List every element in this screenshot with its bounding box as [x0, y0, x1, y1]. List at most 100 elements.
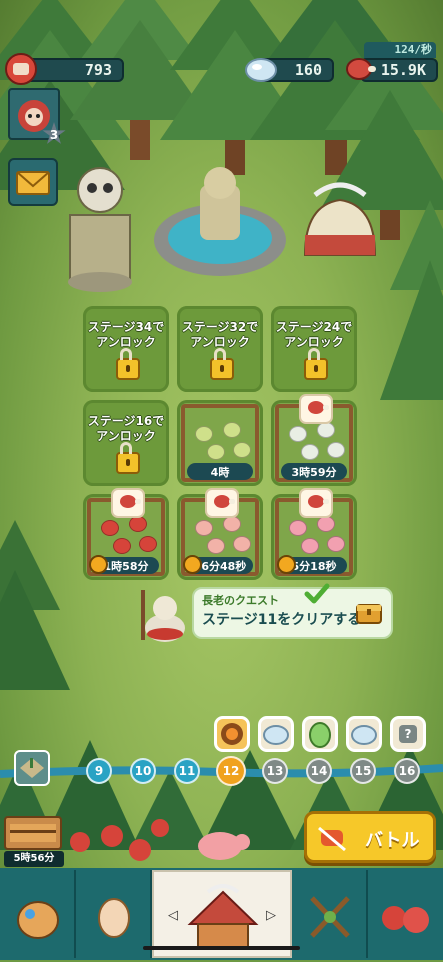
pen-timer-text: 5分18秒	[291, 559, 337, 573]
gem-icon	[245, 58, 277, 82]
crate-icon	[10, 824, 56, 842]
livestock-pen[interactable]: 4時	[177, 400, 263, 486]
yurt	[303, 182, 377, 256]
envelope-icon	[16, 171, 50, 195]
padlock-icon	[116, 348, 140, 380]
locked-pen[interactable]: ステージ34で アンロック	[83, 306, 169, 392]
stage-node[interactable]: 9	[86, 758, 112, 784]
livestock-creature	[327, 442, 345, 458]
nav-tab-eggs[interactable]	[76, 870, 152, 958]
stage-node[interactable]: 10	[130, 758, 156, 784]
meat-ready-bubble[interactable]	[205, 488, 239, 518]
checkmark-icon	[304, 583, 330, 604]
fire-stone-icon	[221, 723, 243, 745]
meat-ready-bubble[interactable]	[299, 488, 333, 518]
tribe-icon	[382, 906, 429, 933]
nav-tab-backpack[interactable]	[0, 870, 76, 958]
livestock-creature	[223, 516, 241, 532]
stage-node[interactable]: 11	[174, 758, 200, 784]
pine-tree	[0, 520, 70, 690]
unlock-requirement: ステージ34で アンロック	[87, 320, 165, 349]
padlock-icon	[116, 442, 140, 474]
pen-timer: 26分48秒	[183, 555, 253, 574]
fist-icon	[5, 53, 37, 85]
nav-tab-tribe[interactable]	[368, 870, 443, 958]
pen-timer: 3時59分	[281, 463, 347, 480]
meat-icon	[120, 495, 141, 508]
livestock-creature	[233, 442, 251, 458]
egg-icon	[309, 722, 331, 748]
clock-icon	[89, 555, 108, 574]
livestock-creature	[289, 520, 307, 536]
elder-quest-banner[interactable]: 長老のクエスト ステージ11をクリアする	[192, 583, 393, 639]
meat-value: 15.9K	[380, 61, 426, 79]
map-island-button[interactable]	[14, 750, 50, 786]
reward-egg[interactable]	[302, 716, 338, 752]
livestock-pen[interactable]: 5分18秒	[271, 488, 357, 580]
quest-task: ステージ11をクリアする	[202, 612, 362, 628]
pen-timer-text: 4時	[210, 465, 230, 479]
meat-icon	[214, 495, 235, 508]
pen-timer: 4時	[187, 463, 253, 480]
reward-gems-2[interactable]	[346, 716, 382, 752]
meat-icon	[308, 495, 329, 508]
reward-unknown[interactable]: ?	[390, 716, 426, 752]
livestock-creature	[301, 538, 319, 554]
mystery-icon: ?	[399, 725, 417, 743]
livestock-creature	[113, 538, 131, 554]
village-hut-icon	[187, 884, 259, 949]
stage-node[interactable]: 13	[262, 758, 288, 784]
livestock-creature	[301, 444, 319, 460]
mail-button[interactable]	[8, 158, 58, 206]
battle-button[interactable]: バトル	[304, 811, 436, 863]
stage-node[interactable]: 16	[394, 758, 420, 784]
unlock-requirement: ステージ32で アンロック	[181, 320, 259, 349]
padlock-icon	[210, 348, 234, 380]
storage-timer: 5時56分	[4, 851, 64, 867]
livestock-pen[interactable]: 26分48秒	[177, 488, 263, 580]
meat-ready-bubble[interactable]	[111, 488, 145, 518]
egg-icon	[98, 898, 130, 938]
fountain	[154, 167, 286, 276]
stage-node[interactable]: 14	[306, 758, 332, 784]
chevron-left-icon[interactable]: ◁	[168, 908, 178, 923]
locked-pen[interactable]: ステージ16で アンロック	[83, 400, 169, 486]
meat-ready-bubble[interactable]	[299, 394, 333, 424]
chevron-right-icon[interactable]: ▷	[266, 908, 276, 923]
nav-tab-village[interactable]: ◁ ▷	[152, 870, 292, 958]
bottom-nav: ◁ ▷	[0, 868, 443, 960]
livestock-creature	[195, 520, 213, 536]
livestock-creature	[223, 422, 241, 438]
meat-storage[interactable]	[4, 816, 62, 850]
fist-icon	[318, 826, 346, 852]
treasure-chest-icon	[356, 604, 382, 624]
livestock-creature	[317, 516, 335, 532]
gem-icon	[263, 725, 289, 745]
tribe-critters	[70, 819, 250, 861]
quest-title: 長老のクエスト	[202, 594, 279, 607]
unlock-requirement: ステージ24で アンロック	[275, 320, 353, 349]
livestock-creature	[233, 536, 251, 552]
locked-pen[interactable]: ステージ32で アンロック	[177, 306, 263, 392]
pen-timer: 1時58分	[89, 555, 159, 574]
locked-pen[interactable]: ステージ24で アンロック	[271, 306, 357, 392]
padlock-icon	[304, 348, 328, 380]
livestock-pen[interactable]: 3時59分	[271, 394, 357, 486]
reward-gems[interactable]	[258, 716, 294, 752]
battle-label: バトル	[365, 830, 420, 851]
meat-icon	[346, 58, 376, 80]
reward-fire-stone[interactable]	[214, 716, 250, 752]
backpack-icon	[17, 901, 59, 939]
nav-tab-weapons[interactable]	[292, 870, 368, 958]
livestock-creature	[129, 516, 147, 532]
livestock-creature	[195, 426, 213, 442]
stage-node-current[interactable]: 12	[216, 756, 246, 786]
skull-hut	[68, 167, 132, 292]
unlock-requirement: ステージ16で アンロック	[87, 414, 165, 443]
stage-node[interactable]: 15	[350, 758, 376, 784]
livestock-creature	[317, 422, 335, 438]
crossed-axes-icon	[310, 896, 350, 938]
gem-value: 160	[294, 61, 322, 79]
home-indicator	[143, 946, 300, 950]
livestock-pen[interactable]: 1時58分	[83, 488, 169, 580]
